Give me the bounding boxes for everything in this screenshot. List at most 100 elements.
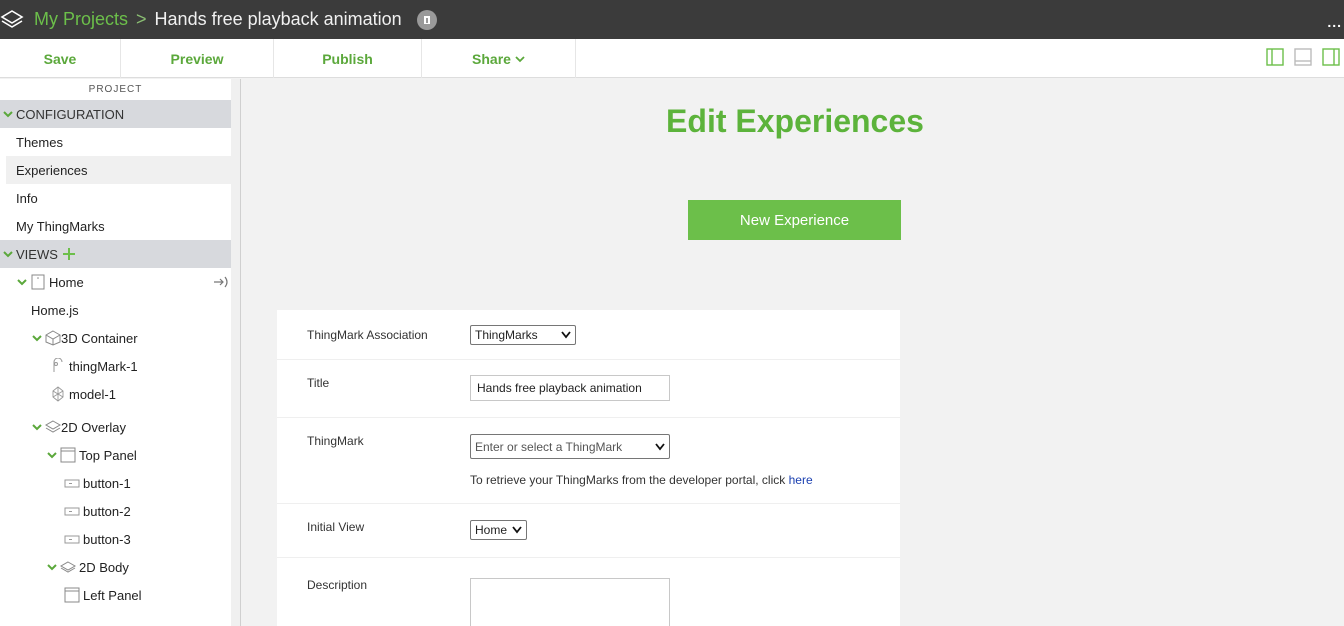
bottom-panel-toggle-icon[interactable]	[1294, 48, 1312, 66]
form-row-thingmark-association: ThingMark Association ThingMarks	[277, 310, 900, 360]
title-input-value: Hands free playback animation	[477, 381, 642, 395]
thingmark-select[interactable]: Enter or select a ThingMark	[470, 434, 670, 459]
tree-item-label: Left Panel	[83, 587, 142, 603]
tree-item-label: 3D Container	[61, 330, 138, 346]
thingmark-label: ThingMark	[307, 434, 364, 448]
view-page-icon	[31, 274, 45, 290]
form-row-description: Description	[277, 558, 900, 626]
new-experience-label: New Experience	[739, 211, 850, 229]
sidebar-item-label: Info	[16, 190, 38, 206]
section-configuration[interactable]: CONFIGURATION	[0, 100, 231, 128]
experience-form: ThingMark Association ThingMarks Title H…	[277, 310, 900, 626]
tree-item-label: 2D Overlay	[61, 419, 127, 435]
thingmark-hint: To retrieve your ThingMarks from the dev…	[470, 473, 813, 487]
project-title: Hands free playback animation	[154, 9, 402, 29]
description-label: Description	[307, 578, 368, 592]
more-menu-icon[interactable]: ...	[1327, 14, 1342, 30]
sidebar-scrollbar[interactable]	[231, 79, 241, 626]
sidebar-item-my-thingmarks[interactable]: My ThingMarks	[0, 212, 231, 240]
sidebar-item-label: Themes	[16, 134, 63, 150]
layout-toggles	[1266, 48, 1340, 66]
form-row-title: Title Hands free playback animation	[277, 360, 900, 418]
thingmark-hint-text: To retrieve your ThingMarks from the dev…	[470, 473, 786, 487]
tree-item-label: button-3	[83, 531, 131, 547]
chevron-down-icon	[515, 55, 525, 62]
preview-button[interactable]: Preview	[121, 39, 274, 78]
publish-label: Publish	[322, 50, 373, 67]
tree-item-model-1[interactable]: model-1	[0, 380, 231, 408]
body-layers-icon	[60, 561, 76, 573]
initial-view-select[interactable]: Home	[470, 520, 527, 540]
chevron-down-icon	[561, 331, 571, 339]
tree-item-label: Home	[49, 274, 84, 290]
panel-icon	[64, 587, 80, 603]
right-panel-toggle-icon[interactable]	[1322, 48, 1340, 66]
tree-item-button-2[interactable]: button-2	[0, 497, 231, 525]
tree-item-left-panel[interactable]: Left Panel	[0, 581, 231, 609]
tree-item-label: Home.js	[31, 302, 79, 318]
breadcrumb-separator: >	[136, 9, 147, 29]
save-label: Save	[43, 50, 77, 67]
layers-logo-icon[interactable]	[0, 8, 24, 32]
chevron-down-icon	[32, 335, 42, 342]
preview-label: Preview	[170, 50, 224, 67]
button-widget-icon	[64, 535, 80, 544]
section-views[interactable]: VIEWS	[0, 240, 231, 268]
save-button[interactable]: Save	[0, 39, 121, 78]
tree-item-2d-overlay[interactable]: 2D Overlay	[0, 413, 231, 441]
tree-item-button-3[interactable]: button-3	[0, 525, 231, 553]
model-icon	[52, 386, 64, 402]
form-row-thingmark: ThingMark Enter or select a ThingMark To…	[277, 418, 900, 504]
title-input[interactable]: Hands free playback animation	[470, 375, 670, 401]
navigate-arrow-icon[interactable]	[213, 275, 229, 289]
sidebar-item-themes[interactable]: Themes	[0, 128, 231, 156]
chevron-down-icon	[655, 443, 665, 451]
title-label: Title	[307, 376, 330, 390]
project-sidebar: PROJECT CONFIGURATION Themes Experiences…	[0, 79, 231, 626]
sidebar-item-label: Experiences	[16, 162, 88, 178]
thingmark-association-select[interactable]: ThingMarks	[470, 325, 576, 345]
page-title: Edit Experiences	[666, 103, 924, 139]
tree-item-2d-body[interactable]: 2D Body	[0, 553, 231, 581]
toolbar: Save Preview Publish Share	[0, 39, 1344, 78]
tree-item-home-js[interactable]: Home.js	[0, 296, 231, 324]
panel-icon	[60, 447, 76, 463]
chevron-down-icon	[3, 111, 13, 118]
cube-icon	[45, 330, 61, 346]
add-view-plus-icon[interactable]	[62, 247, 76, 261]
tree-item-top-panel[interactable]: Top Panel	[0, 441, 231, 469]
thingmark-association-label: ThingMark Association	[307, 328, 428, 342]
chevron-down-icon	[32, 424, 42, 431]
chevron-down-icon	[3, 251, 13, 258]
chevron-down-icon	[47, 452, 57, 459]
thingmark-portal-link[interactable]: here	[789, 473, 813, 487]
thingmark-association-value: ThingMarks	[475, 328, 538, 342]
new-experience-button[interactable]: New Experience	[688, 200, 901, 240]
tree-item-button-1[interactable]: button-1	[0, 469, 231, 497]
breadcrumb-my-projects[interactable]: My Projects	[34, 9, 128, 30]
description-textarea[interactable]	[470, 578, 670, 626]
info-icon[interactable]	[416, 9, 437, 30]
tree-item-label: 2D Body	[79, 559, 129, 575]
sidebar-item-info[interactable]: Info	[0, 184, 231, 212]
project-label: PROJECT	[88, 84, 143, 95]
tree-item-label: model-1	[69, 386, 116, 402]
left-panel-toggle-icon[interactable]	[1266, 48, 1284, 66]
chevron-down-icon	[17, 279, 27, 286]
share-button[interactable]: Share	[422, 39, 576, 78]
section-views-label: VIEWS	[16, 246, 58, 262]
chevron-down-icon	[512, 526, 522, 534]
tree-item-3d-container[interactable]: 3D Container	[0, 324, 231, 352]
overlay-layers-icon	[45, 420, 61, 433]
publish-button[interactable]: Publish	[274, 39, 422, 78]
tree-item-label: thingMark-1	[69, 358, 138, 374]
thingmark-icon	[53, 358, 63, 372]
tree-item-label: button-1	[83, 475, 131, 491]
title-bar: My Projects > Hands free playback animat…	[0, 0, 1344, 39]
tree-item-thingmark-1[interactable]: thingMark-1	[0, 352, 231, 380]
chevron-down-icon	[47, 564, 57, 571]
sidebar-item-experiences[interactable]: Experiences	[6, 156, 231, 184]
tree-item-home[interactable]: Home	[0, 268, 231, 296]
initial-view-label: Initial View	[307, 520, 365, 534]
thingmark-placeholder: Enter or select a ThingMark	[475, 439, 623, 454]
